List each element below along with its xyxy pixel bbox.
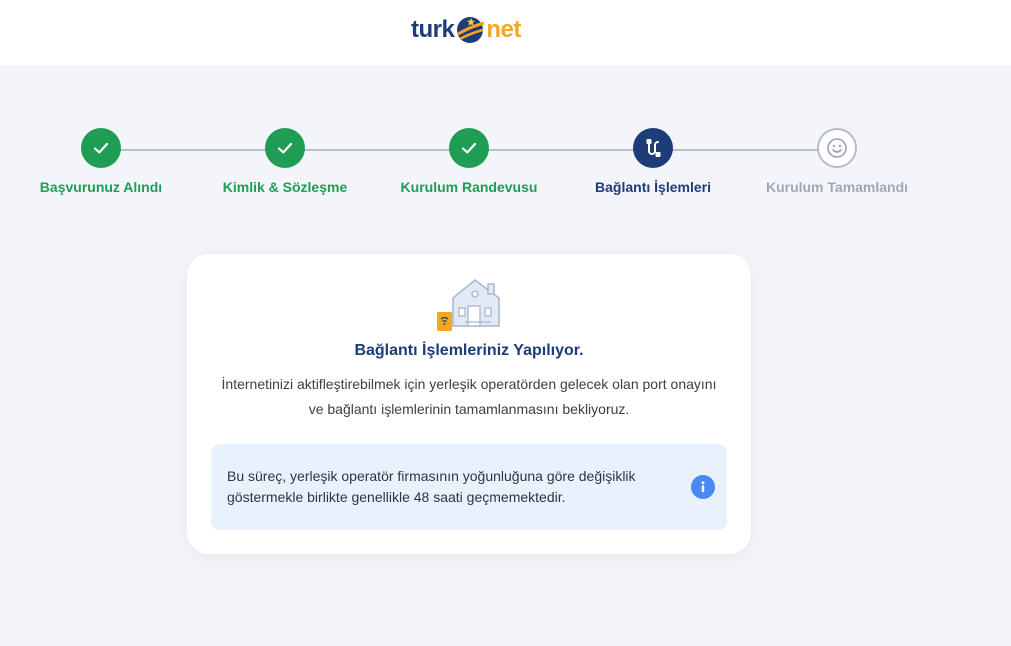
step-label: Başvurunuz Alındı (39, 179, 163, 195)
house-modem-icon (437, 279, 500, 331)
step-basvuru: Başvurunuz Alındı (11, 128, 191, 195)
check-icon (277, 142, 293, 154)
logo-text-turk: turk (411, 16, 455, 43)
step-baglanti: Bağlantı İşlemleri (563, 128, 743, 195)
turknet-logo[interactable]: turk net (411, 10, 521, 50)
check-icon (461, 142, 477, 154)
globe-logo-icon (457, 17, 485, 43)
info-glyph-icon (701, 481, 705, 493)
step-label: Kimlik & Sözleşme (222, 179, 348, 195)
progress-stepper: Başvurunuz Alındı Kimlik & Sözleşme Kuru… (0, 128, 1011, 208)
info-text: Bu süreç, yerleşik operatör firmasının y… (227, 468, 636, 505)
info-box: Bu süreç, yerleşik operatör firmasının y… (211, 444, 727, 530)
logo-text-net: net (486, 16, 521, 43)
step-kurulum-randevusu: Kurulum Randevusu (379, 128, 559, 195)
connection-icon (646, 139, 661, 157)
step-status-circle (81, 128, 121, 168)
step-status-circle (449, 128, 489, 168)
card-title: Bağlantı İşlemleriniz Yapılıyor. (354, 342, 584, 359)
smiley-icon (827, 138, 847, 158)
info-icon[interactable] (691, 475, 715, 499)
step-label: Kurulum Tamamlandı (765, 179, 909, 195)
step-kurulum-tamamlandi: Kurulum Tamamlandı (747, 128, 927, 195)
status-card: Bağlantı İşlemleriniz Yapılıyor. İnterne… (187, 254, 751, 554)
step-label: Kurulum Randevusu (400, 179, 538, 195)
step-kimlik: Kimlik & Sözleşme (195, 128, 375, 195)
top-bar: turk net (0, 0, 1011, 65)
step-label: Bağlantı İşlemleri (595, 179, 711, 195)
step-status-circle (265, 128, 305, 168)
card-description: İnternetinizi aktifleştirebilmek için ye… (221, 376, 717, 417)
check-icon (93, 142, 109, 154)
step-status-circle (817, 128, 857, 168)
step-status-circle (633, 128, 673, 168)
